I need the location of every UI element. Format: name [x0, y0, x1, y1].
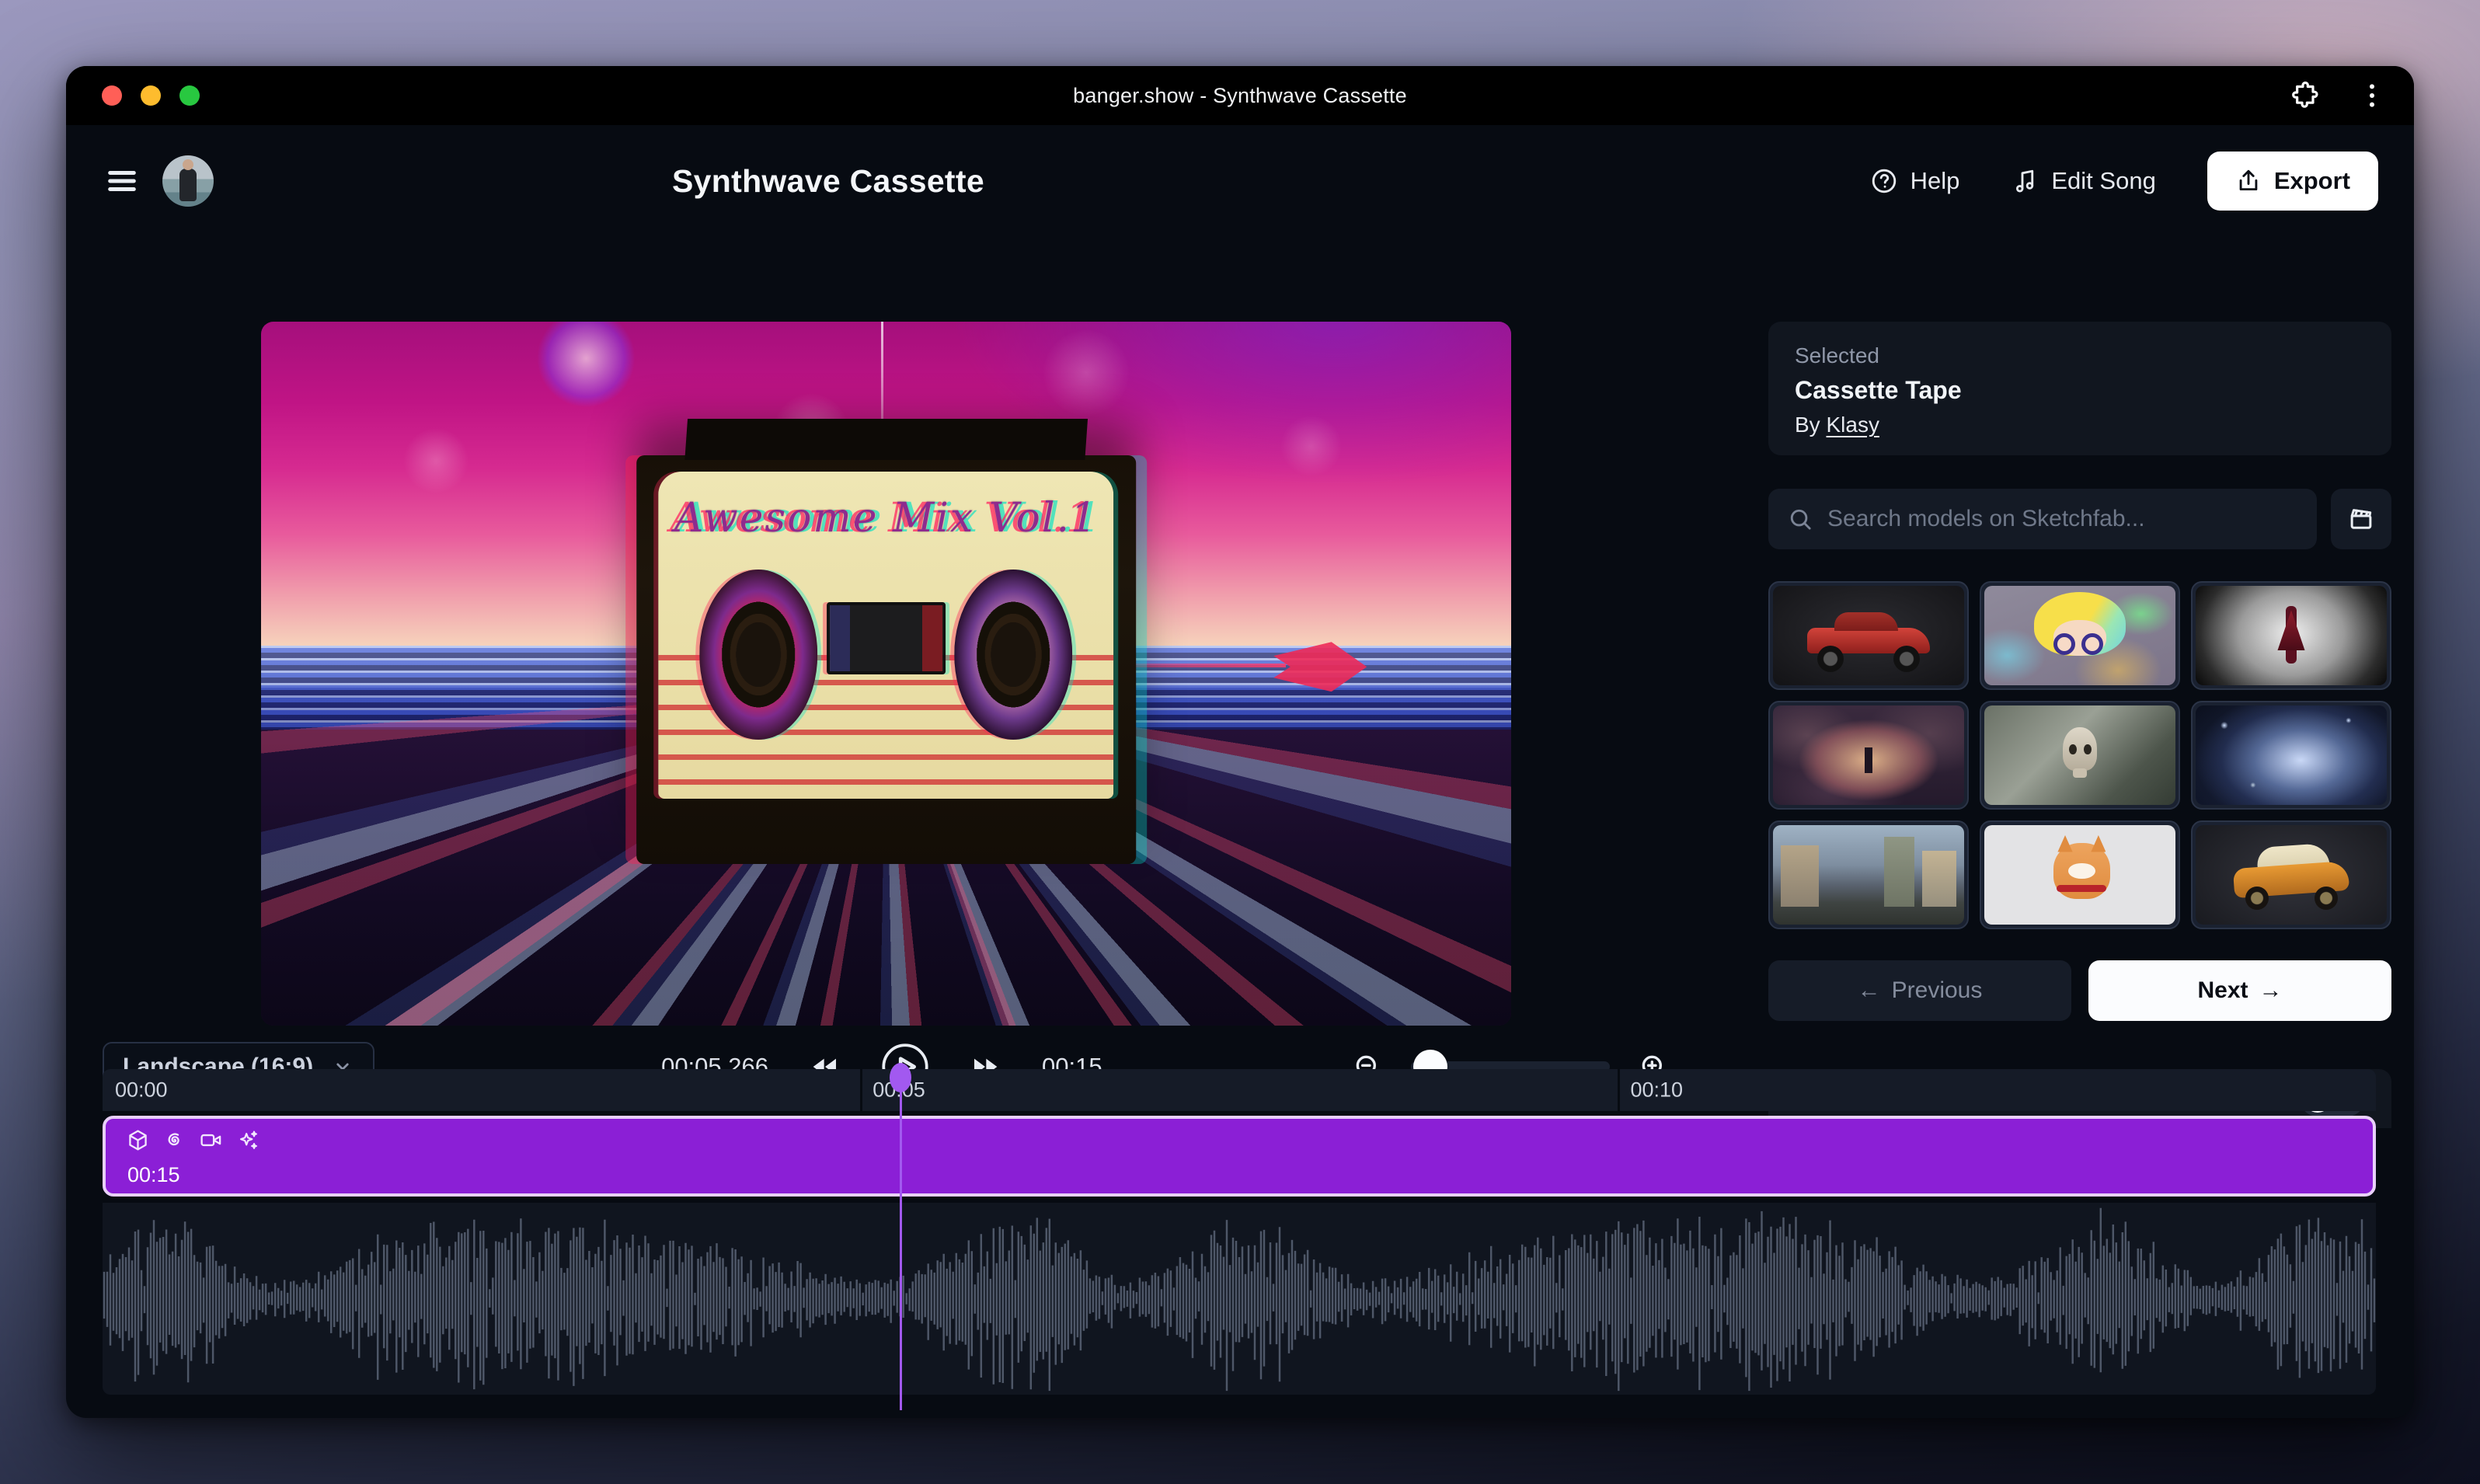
cassette-right-reel: [954, 570, 1072, 740]
desktop-background: banger.show - Synthwave Cassette Synthwa…: [0, 0, 2480, 1484]
playhead-knob[interactable]: [890, 1063, 911, 1092]
extensions-icon[interactable]: [2290, 80, 2321, 111]
timeline: 00:00 00:05 00:10 00:15: [103, 1069, 2376, 1395]
avatar[interactable]: [162, 155, 214, 207]
model-thumbnail-dark-fantasy-figure[interactable]: [2191, 581, 2391, 690]
3d-cube-icon: [126, 1128, 150, 1152]
cassette-left-reel: [699, 570, 817, 740]
search-icon: [1787, 506, 1813, 532]
help-button[interactable]: Help: [1870, 167, 1960, 195]
window-titlebar: banger.show - Synthwave Cassette: [66, 66, 2414, 125]
maximize-window-button[interactable]: [179, 85, 200, 106]
cassette-label-text: Awesome Mix Vol.1: [659, 495, 1114, 542]
previous-page-button[interactable]: ← Previous: [1768, 960, 2071, 1021]
clapperboard-icon: [2346, 504, 2376, 534]
music-note-icon: [2011, 167, 2039, 195]
model-thumbnail-orange-vintage-car[interactable]: [2191, 820, 2391, 929]
model-thumbnail-abandoned-city-street[interactable]: [1768, 820, 1969, 929]
cassette-window: [827, 602, 945, 674]
animated-models-button[interactable]: [2331, 489, 2391, 549]
spiral-icon: [162, 1128, 186, 1152]
model-thumbnail-spiral-galaxy[interactable]: [2191, 701, 2391, 810]
export-button[interactable]: Export: [2207, 152, 2378, 211]
selected-model-card: Selected Cassette Tape By Klasy: [1768, 322, 2391, 455]
sparkles-icon: [235, 1128, 259, 1152]
edit-song-label: Edit Song: [2051, 167, 2155, 195]
browser-menu-icon[interactable]: [2356, 80, 2388, 111]
audio-waveform[interactable]: [103, 1203, 2376, 1395]
ruler-label-0: 00:00: [115, 1078, 168, 1103]
video-camera-icon: [199, 1128, 223, 1152]
model-thumbnail-red-sports-car[interactable]: [1768, 581, 1969, 690]
window-title: banger.show - Synthwave Cassette: [1073, 84, 1407, 108]
minimize-window-button[interactable]: [141, 85, 161, 106]
timeline-ruler[interactable]: 00:00 00:05 00:10: [103, 1069, 2376, 1111]
playhead-line: [900, 1074, 902, 1410]
scene-clip[interactable]: 00:15: [103, 1116, 2376, 1197]
model-thumbnail-shiba-inu-dog[interactable]: [1980, 820, 2180, 929]
author-link[interactable]: Klasy: [1826, 413, 1879, 437]
model-thumbnail-anime-girl[interactable]: [1980, 581, 2180, 690]
page-title: Synthwave Cassette: [672, 163, 984, 200]
help-icon: [1870, 167, 1898, 195]
edit-song-button[interactable]: Edit Song: [2011, 167, 2155, 195]
next-page-button[interactable]: Next →: [2088, 960, 2391, 1021]
model-sidebar: Selected Cassette Tape By Klasy: [1768, 322, 2391, 1128]
model-search-box[interactable]: [1768, 489, 2317, 549]
help-label: Help: [1911, 167, 1960, 195]
hamburger-menu-button[interactable]: [102, 161, 142, 201]
clip-duration: 00:15: [127, 1163, 180, 1187]
right-arrow-icon: →: [2259, 977, 2283, 1004]
waveform-svg: [103, 1203, 2376, 1395]
selected-model-name: Cassette Tape: [1795, 376, 2365, 405]
ruler-label-10: 00:10: [1630, 1078, 1683, 1103]
export-label: Export: [2274, 167, 2350, 195]
video-preview-viewport[interactable]: Awesome Mix Vol.1: [261, 322, 1511, 1026]
model-thumbnail-angel-in-clouds[interactable]: [1768, 701, 1969, 810]
selected-label: Selected: [1795, 343, 2365, 368]
model-results-grid: [1768, 581, 2391, 929]
selected-model-author: By Klasy: [1795, 413, 2365, 437]
app-header: Synthwave Cassette Help Edit Song Export: [66, 125, 2414, 237]
cassette-label: Awesome Mix Vol.1: [659, 472, 1114, 798]
cassette-tape-model: Awesome Mix Vol.1: [636, 455, 1137, 863]
traffic-lights: [102, 85, 200, 106]
model-thumbnail-skull[interactable]: [1980, 701, 2180, 810]
search-input[interactable]: [1827, 506, 2298, 532]
hamburger-icon: [104, 163, 140, 199]
export-icon: [2235, 168, 2262, 194]
left-arrow-icon: ←: [1858, 977, 1881, 1004]
app-window: banger.show - Synthwave Cassette Synthwa…: [66, 66, 2414, 1418]
close-window-button[interactable]: [102, 85, 122, 106]
